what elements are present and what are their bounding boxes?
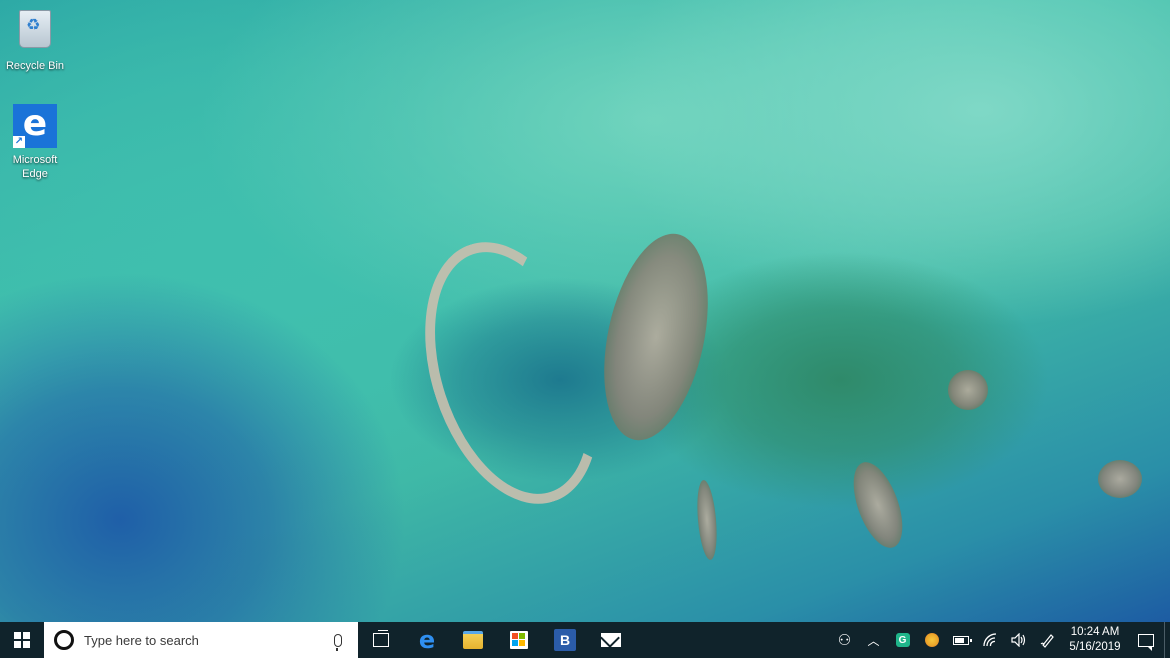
volume-icon: [1010, 633, 1025, 647]
tray-people[interactable]: ⚇: [830, 622, 859, 658]
tray-battery[interactable]: [946, 622, 975, 658]
taskbar-app-file-explorer[interactable]: [450, 622, 496, 658]
search-input[interactable]: Type here to search: [44, 622, 358, 658]
taskbar-task-view[interactable]: [358, 622, 404, 658]
action-center-button[interactable]: [1128, 622, 1164, 658]
cortana-icon: [54, 630, 74, 650]
wallpaper-sandbar: [394, 219, 630, 527]
security-icon: [924, 633, 939, 647]
taskbar: Type here to search e B ⚇ ︿ G 10:24 AM 5…: [0, 622, 1170, 658]
start-button[interactable]: [0, 622, 44, 658]
taskbar-app-b[interactable]: B: [542, 622, 588, 658]
file-explorer-icon: [463, 631, 483, 649]
g-app-icon: G: [895, 633, 910, 647]
pen-icon: [1040, 634, 1054, 648]
desktop-icon-label: Recycle Bin: [5, 60, 65, 72]
edge-icon: e ↗: [12, 104, 58, 150]
search-placeholder: Type here to search: [84, 632, 199, 648]
edge-icon: e: [418, 626, 436, 654]
wallpaper-island-main: [587, 224, 725, 450]
wallpaper-island-east: [948, 370, 988, 410]
recycle-bin-icon: [12, 10, 58, 56]
wallpaper-island-spit: [694, 479, 720, 561]
desktop-icon-label-line1: Microsoft: [12, 154, 58, 166]
taskbar-app-edge[interactable]: e: [404, 622, 450, 658]
wifi-icon: [982, 633, 996, 647]
desktop-icon-microsoft-edge[interactable]: e ↗ Microsoft Edge: [0, 104, 70, 181]
tray-show-hidden[interactable]: ︿: [859, 622, 888, 658]
store-icon: [510, 631, 528, 649]
taskbar-app-mail[interactable]: [588, 622, 634, 658]
chevron-up-icon: ︿: [867, 633, 880, 648]
taskbar-app-store[interactable]: [496, 622, 542, 658]
desktop-icon-label-line2: Edge: [22, 168, 48, 180]
tray-wifi[interactable]: [975, 622, 1004, 658]
wallpaper-island-far-east: [1098, 460, 1142, 498]
desktop-icon-recycle-bin[interactable]: Recycle Bin: [0, 6, 70, 73]
windows-logo-icon: [14, 632, 30, 648]
tray-volume[interactable]: [1004, 622, 1033, 658]
desktop-wallpaper: Recycle Bin e↗ Microsoft Edge: [0, 0, 1170, 622]
mail-icon: [601, 633, 621, 647]
shortcut-arrow-icon: ↗: [13, 136, 25, 148]
wallpaper-island-small: [843, 455, 913, 555]
taskbar-clock[interactable]: 10:24 AM 5/16/2019: [1062, 622, 1128, 658]
microphone-icon[interactable]: [328, 622, 348, 658]
show-desktop-button[interactable]: [1164, 622, 1170, 658]
notification-icon: [1138, 633, 1154, 651]
battery-icon: [952, 635, 972, 645]
tray-pen[interactable]: [1033, 622, 1062, 658]
clock-time: 10:24 AM: [1070, 626, 1120, 638]
tray-security[interactable]: [917, 622, 946, 658]
people-icon: ⚇: [837, 632, 852, 649]
tray-g-app[interactable]: G: [888, 622, 917, 658]
b-app-icon: B: [554, 629, 576, 651]
clock-date: 5/16/2019: [1069, 641, 1121, 653]
task-view-icon: [373, 630, 389, 647]
